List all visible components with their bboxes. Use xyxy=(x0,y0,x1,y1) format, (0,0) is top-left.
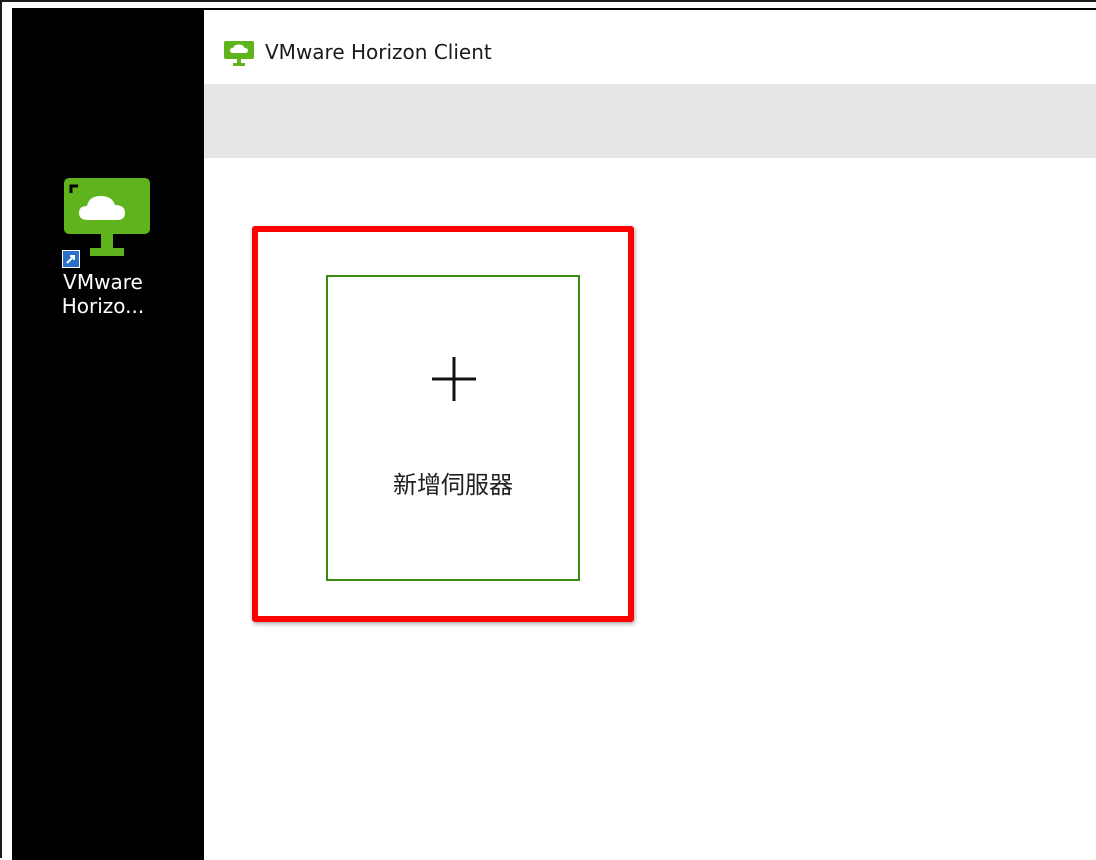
shortcut-arrow-icon xyxy=(62,250,80,268)
add-server-button[interactable]: 新增伺服器 xyxy=(326,275,580,581)
desktop-shortcut-vmware-horizon[interactable]: VMware Horizo... xyxy=(48,178,158,318)
plus-icon xyxy=(432,357,476,401)
vmware-horizon-monitor-cloud-icon xyxy=(48,178,158,270)
screen: VMware Horizo... VMware Horizon Client 新… xyxy=(0,0,1096,860)
window-toolbar xyxy=(204,84,1096,158)
desktop-area xyxy=(12,10,204,860)
server-list-area: 新增伺服器 xyxy=(204,158,1096,860)
window-title: VMware Horizon Client xyxy=(265,40,492,64)
add-server-label: 新增伺服器 xyxy=(393,471,513,499)
vmware-horizon-monitor-icon xyxy=(224,41,254,66)
horizon-client-window: VMware Horizon Client 新增伺服器 xyxy=(204,22,1096,860)
desktop-shortcut-label-line2: Horizo... xyxy=(61,294,145,318)
window-titlebar[interactable]: VMware Horizon Client xyxy=(204,22,1096,84)
desktop-shortcut-label-line1: VMware xyxy=(63,270,143,294)
